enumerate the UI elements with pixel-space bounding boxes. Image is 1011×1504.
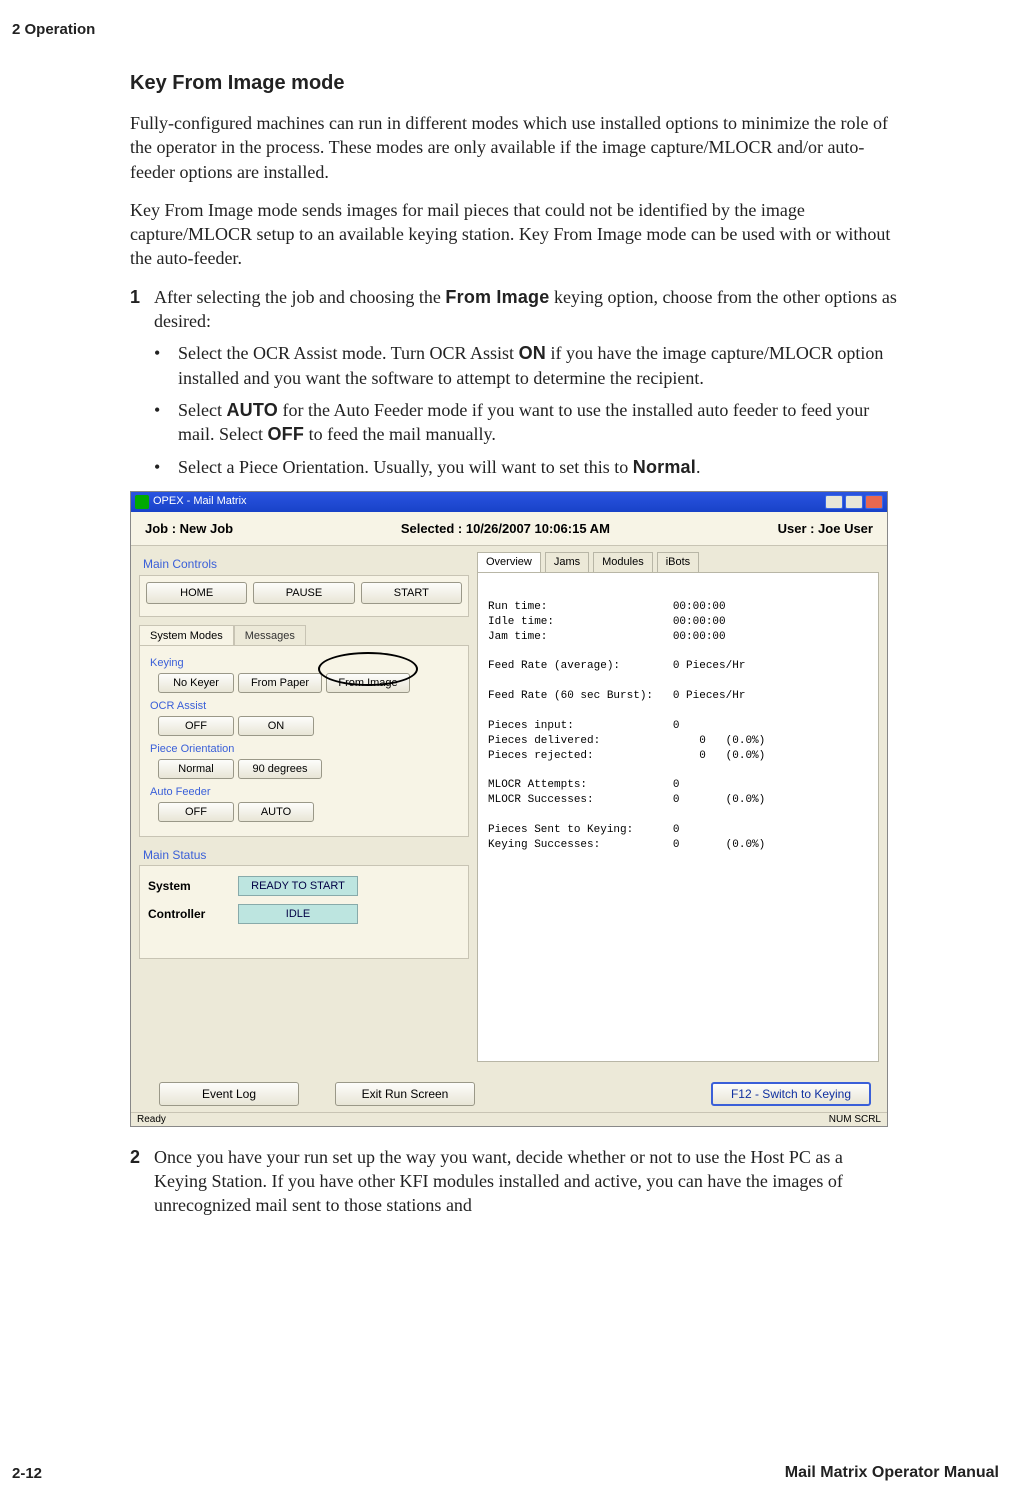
tab-messages[interactable]: Messages (234, 625, 306, 647)
section-title: Key From Image mode (130, 70, 900, 97)
bullet-mark: • (154, 398, 178, 447)
ui-term-auto: AUTO (226, 400, 277, 420)
app-icon (135, 495, 149, 509)
list-item: • Select AUTO for the Auto Feeder mode i… (154, 398, 900, 447)
text: After selecting the job and choosing the (154, 287, 445, 307)
step-body: After selecting the job and choosing the… (154, 285, 900, 334)
text: Select (178, 400, 226, 420)
ui-term-off: OFF (267, 424, 304, 444)
step-1: 1 After selecting the job and choosing t… (130, 285, 900, 334)
event-log-button[interactable]: Event Log (159, 1082, 299, 1106)
bullet-body: Select a Piece Orientation. Usually, you… (178, 455, 900, 479)
step-number: 1 (130, 285, 154, 334)
bullet-body: Select the OCR Assist mode. Turn OCR Ass… (178, 341, 900, 390)
keying-label: Keying (150, 656, 460, 671)
user-label: User : Joe User (778, 520, 873, 538)
statusbar-left: Ready (137, 1113, 166, 1127)
ocr-assist-label: OCR Assist (150, 699, 460, 714)
text: Select a Piece Orientation. Usually, you… (178, 457, 633, 477)
home-button[interactable]: HOME (146, 582, 247, 604)
auto-feeder-label: Auto Feeder (150, 785, 460, 800)
statusbar: Ready NUM SCRL (131, 1112, 887, 1126)
list-item: • Select the OCR Assist mode. Turn OCR A… (154, 341, 900, 390)
window-titlebar[interactable]: OPEX - Mail Matrix (131, 492, 887, 512)
text: Select the OCR Assist mode. Turn OCR Ass… (178, 343, 519, 363)
bullet-body: Select AUTO for the Auto Feeder mode if … (178, 398, 900, 447)
bullet-mark: • (154, 341, 178, 390)
main-controls-label: Main Controls (143, 556, 469, 572)
status-system-label: System (148, 878, 238, 894)
step-2: 2 Once you have your run set up the way … (130, 1145, 900, 1218)
minimize-button[interactable] (825, 495, 843, 509)
exit-run-screen-button[interactable]: Exit Run Screen (335, 1082, 475, 1106)
tab-ibots[interactable]: iBots (657, 552, 699, 573)
tab-jams[interactable]: Jams (545, 552, 589, 573)
opt-feeder-off[interactable]: OFF (158, 802, 234, 822)
switch-to-keying-button[interactable]: F12 - Switch to Keying (711, 1082, 871, 1106)
bullet-mark: • (154, 455, 178, 479)
opt-from-paper[interactable]: From Paper (238, 673, 322, 693)
running-head-chapter: 2 Operation (12, 20, 95, 40)
maximize-button[interactable] (845, 495, 863, 509)
system-modes-panel: Keying No Keyer From Paper From Image OC… (139, 645, 469, 836)
main-status-panel: System READY TO START Controller IDLE (139, 865, 469, 959)
opt-orientation-normal[interactable]: Normal (158, 759, 234, 779)
ui-term-from-image: From Image (445, 287, 549, 307)
ui-term-on: ON (519, 343, 546, 363)
step-body: Once you have your run set up the way yo… (154, 1145, 900, 1218)
piece-orientation-label: Piece Orientation (150, 742, 460, 757)
status-controller-value: IDLE (238, 904, 358, 924)
right-column: Overview Jams Modules iBots Run time: 00… (477, 552, 879, 1086)
opt-no-keyer[interactable]: No Keyer (158, 673, 234, 693)
paragraph: Key From Image mode sends images for mai… (130, 198, 900, 271)
overview-text-pane: Run time: 00:00:00 Idle time: 00:00:00 J… (477, 572, 879, 1062)
page-number: 2-12 (12, 1464, 42, 1484)
opt-ocr-on[interactable]: ON (238, 716, 314, 736)
main-area: Main Controls HOME PAUSE START System Mo… (131, 546, 887, 1086)
status-system-value: READY TO START (238, 876, 358, 896)
left-tabstrip: System Modes Messages (139, 625, 469, 647)
paragraph: Fully-configured machines can run in dif… (130, 111, 900, 184)
main-controls-panel: HOME PAUSE START (139, 575, 469, 617)
statusbar-right: NUM SCRL (829, 1113, 881, 1127)
bottom-buttons: Event Log Exit Run Screen (159, 1082, 475, 1106)
manual-title-footer: Mail Matrix Operator Manual (785, 1462, 999, 1484)
ui-term-normal: Normal (633, 457, 696, 477)
main-status-label: Main Status (143, 847, 469, 863)
pause-button[interactable]: PAUSE (253, 582, 354, 604)
tab-modules[interactable]: Modules (593, 552, 653, 573)
window-title: OPEX - Mail Matrix (153, 494, 247, 509)
job-label: Job : New Job (145, 520, 233, 538)
step-number: 2 (130, 1145, 154, 1218)
list-item: • Select a Piece Orientation. Usually, y… (154, 455, 900, 479)
selected-label: Selected : 10/26/2007 10:06:15 AM (401, 520, 610, 538)
opt-feeder-auto[interactable]: AUTO (238, 802, 314, 822)
close-button[interactable] (865, 495, 883, 509)
tab-overview[interactable]: Overview (477, 552, 541, 573)
status-controller-label: Controller (148, 906, 238, 922)
bullet-list: • Select the OCR Assist mode. Turn OCR A… (154, 341, 900, 478)
left-column: Main Controls HOME PAUSE START System Mo… (139, 552, 469, 1086)
job-header-bar: Job : New Job Selected : 10/26/2007 10:0… (131, 512, 887, 547)
app-screenshot: OPEX - Mail Matrix Job : New Job Selecte… (130, 491, 888, 1127)
opt-from-image[interactable]: From Image (326, 673, 410, 693)
tab-system-modes[interactable]: System Modes (139, 625, 234, 647)
start-button[interactable]: START (361, 582, 462, 604)
text: to feed the mail manually. (304, 424, 496, 444)
page-content: Key From Image mode Fully-configured mac… (130, 70, 900, 1226)
opt-orientation-90deg[interactable]: 90 degrees (238, 759, 322, 779)
opt-ocr-off[interactable]: OFF (158, 716, 234, 736)
right-tabstrip: Overview Jams Modules iBots (477, 552, 879, 573)
text: . (696, 457, 701, 477)
